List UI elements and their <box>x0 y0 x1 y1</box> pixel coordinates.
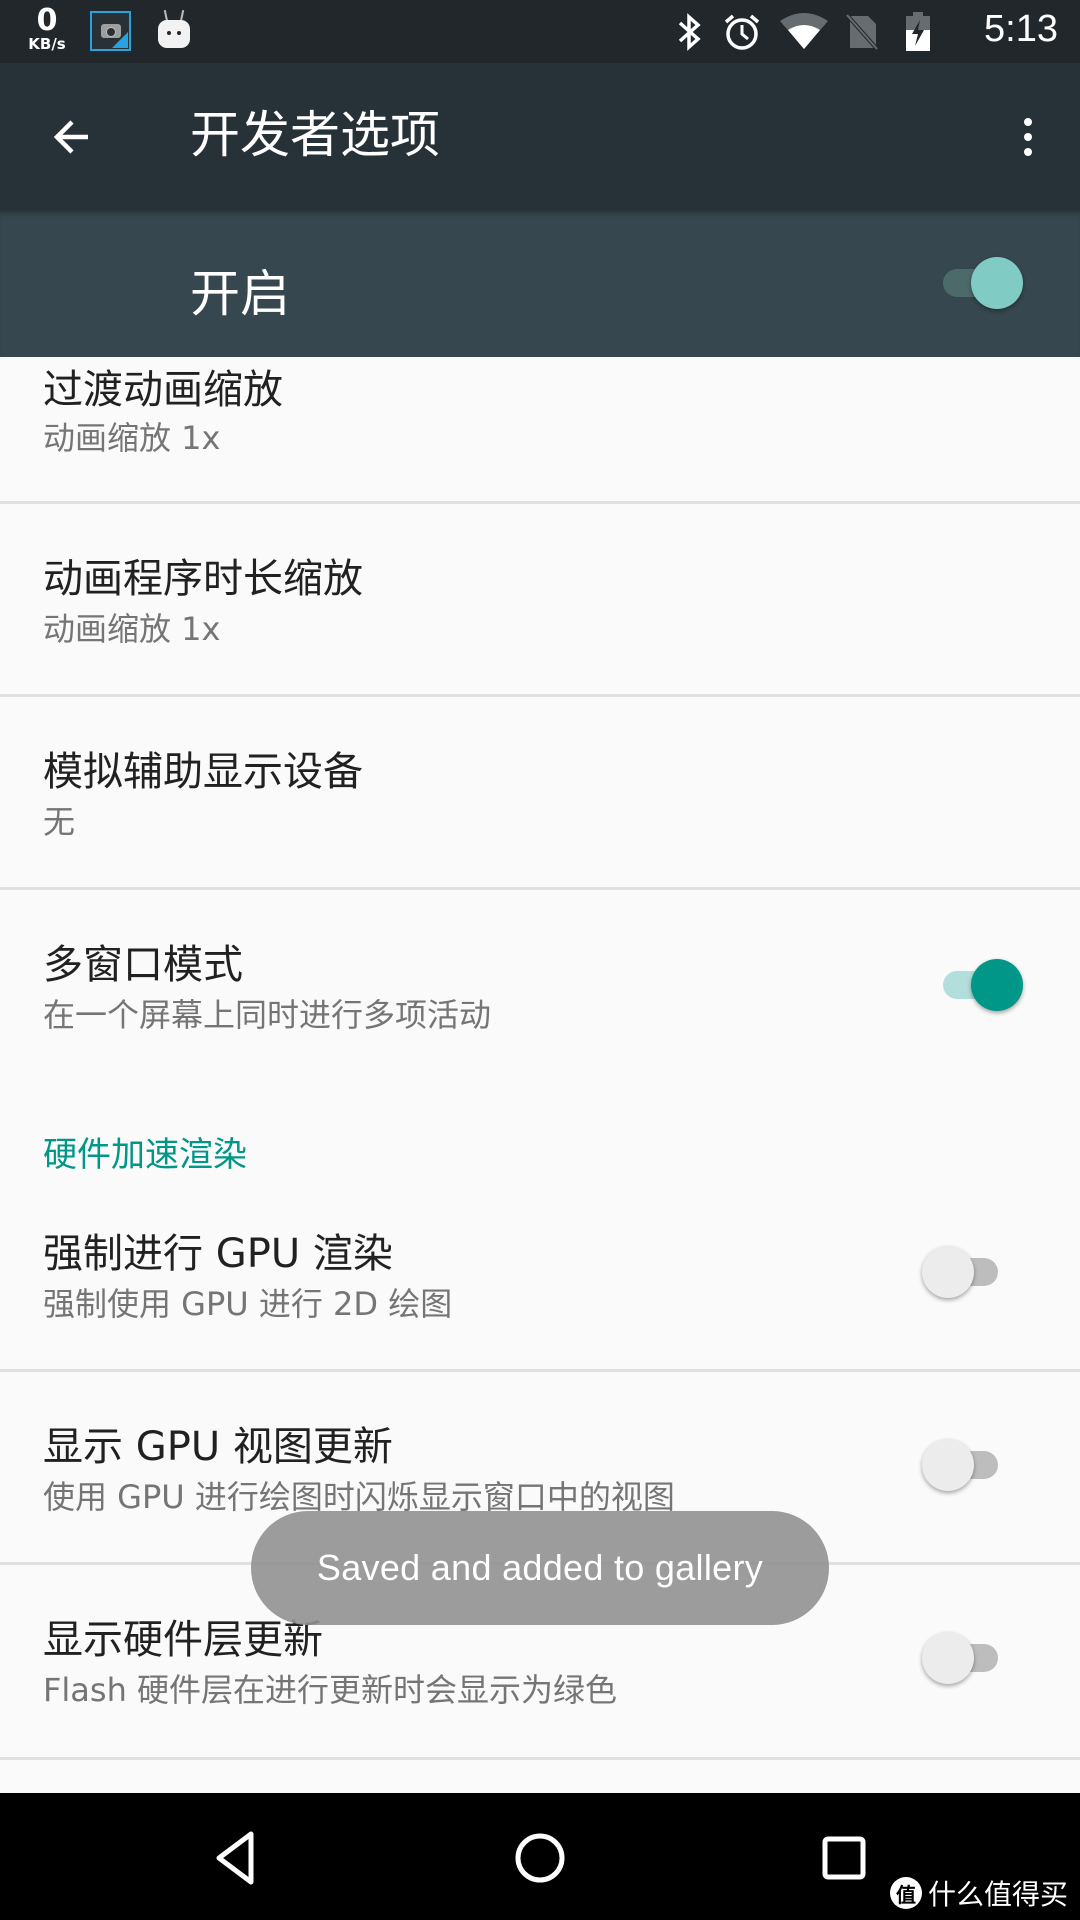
back-button[interactable] <box>40 105 104 169</box>
setting-title: 强制进行 GPU 渲染 <box>43 1231 393 1277</box>
category-hardware-accelerated-rendering: 硬件加速渲染 <box>43 1135 247 1175</box>
wifi-icon <box>780 13 828 49</box>
navigation-bar: 值 什么值得买 <box>0 1793 1080 1920</box>
setting-title: 模拟辅助显示设备 <box>43 749 363 795</box>
recents-icon <box>822 1836 866 1880</box>
battery-charging-icon <box>906 12 930 51</box>
no-sim-icon <box>846 14 878 50</box>
setting-summary: 动画缩放 1x <box>43 419 221 457</box>
page-title: 开发者选项 <box>190 106 440 164</box>
setting-transition-animation-scale[interactable]: 过渡动画缩放 动画缩放 1x <box>0 357 1080 502</box>
back-icon <box>216 1831 254 1885</box>
screen: 0 KB/s 5:13 开发者选项 开启 过渡动画缩放 动画缩放 1x 动画程序… <box>0 0 1080 1920</box>
setting-title: 显示 GPU 视图更新 <box>43 1424 393 1470</box>
force-gpu-rendering-toggle[interactable] <box>922 1242 1012 1302</box>
setting-animator-duration-scale[interactable]: 动画程序时长缩放 动画缩放 1x <box>0 504 1080 695</box>
master-switch-label: 开启 <box>190 265 290 323</box>
show-hardware-layer-updates-toggle[interactable] <box>922 1628 1012 1688</box>
system-icons: 5:13 <box>660 0 1080 63</box>
setting-summary: Flash 硬件层在进行更新时会显示为绿色 <box>43 1671 618 1709</box>
setting-summary: 强制使用 GPU 进行 2D 绘图 <box>43 1285 453 1323</box>
network-speed: 0 KB/s <box>22 6 72 52</box>
nav-home-button[interactable] <box>500 1823 580 1893</box>
show-gpu-view-updates-toggle[interactable] <box>922 1435 1012 1495</box>
setting-summary: 在一个屏幕上同时进行多项活动 <box>43 996 492 1034</box>
toast-message: Saved and added to gallery <box>316 1547 764 1588</box>
arrow-back-icon <box>53 120 88 154</box>
toast: Saved and added to gallery <box>251 1511 829 1625</box>
alarm-icon <box>724 14 760 50</box>
android-icon <box>158 9 190 48</box>
setting-summary: 无 <box>43 803 76 841</box>
setting-title: 多窗口模式 <box>43 942 243 988</box>
setting-simulate-secondary-display[interactable]: 模拟辅助显示设备 无 <box>0 697 1080 888</box>
setting-title: 过渡动画缩放 <box>43 367 283 413</box>
app-bar: 开发者选项 <box>0 63 1080 210</box>
multi-window-toggle[interactable] <box>935 955 1025 1015</box>
more-options-button[interactable] <box>998 105 1058 169</box>
nav-back-button[interactable] <box>196 1823 276 1893</box>
setting-summary: 动画缩放 1x <box>43 610 221 648</box>
divider <box>0 1757 1080 1760</box>
watermark-text: 什么值得买 <box>927 1878 1068 1911</box>
watermark: 值 什么值得买 <box>889 1873 1068 1913</box>
clock: 5:13 <box>984 8 1058 50</box>
setting-title: 动画程序时长缩放 <box>43 556 363 602</box>
master-switch-bar[interactable]: 开启 <box>0 210 1080 357</box>
screenshot-icon <box>90 11 131 51</box>
more-vert-icon <box>1024 118 1032 126</box>
bluetooth-icon <box>678 13 701 51</box>
setting-multi-window-mode[interactable]: 多窗口模式 在一个屏幕上同时进行多项活动 <box>0 890 1080 1080</box>
network-speed-value: 0 <box>36 3 58 38</box>
master-switch-toggle[interactable] <box>935 253 1025 313</box>
nav-recents-button[interactable] <box>804 1823 884 1893</box>
home-icon <box>515 1833 565 1883</box>
watermark-badge: 值 <box>889 1877 922 1909</box>
network-speed-unit: KB/s <box>28 35 66 53</box>
status-bar: 0 KB/s 5:13 <box>0 0 1080 63</box>
